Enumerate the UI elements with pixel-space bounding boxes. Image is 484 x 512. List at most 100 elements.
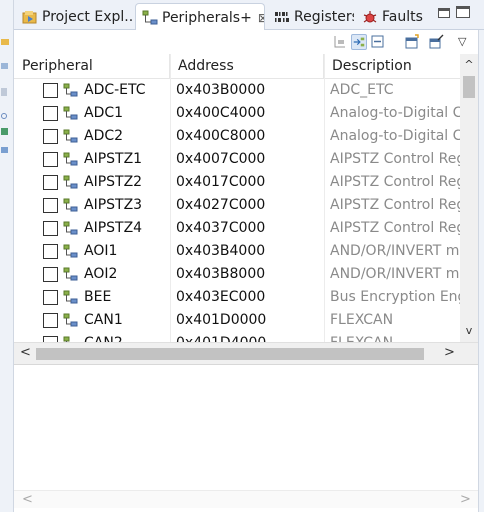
peripheral-icon [63,313,78,327]
peripheral-name: AIPSTZ1 [84,151,143,167]
detail-pane [14,364,478,490]
table-row[interactable]: AIPSTZ4 0x4037C000 AIPSTZ Control Reg [14,217,460,240]
table-header: Peripheral Address Description [14,54,460,79]
row-checkbox[interactable] [43,221,58,236]
peripheral-address: 0x403B4000 [176,243,266,259]
horizontal-scroll-thumb[interactable] [36,348,424,360]
row-checkbox[interactable] [43,83,58,98]
column-header-description[interactable]: Description [324,54,460,79]
peripheral-address: 0x403EC000 [176,289,266,305]
show-only-selected-icon[interactable] [351,34,367,50]
project-explorer-icon [22,10,37,23]
scroll-right-arrow[interactable]: > [460,492,471,507]
table-row[interactable]: AIPSTZ1 0x4007C000 AIPSTZ Control Reg [14,148,460,171]
peripherals-icon [142,10,158,24]
table-row[interactable]: ADC2 0x400C8000 Analog-to-Digital C [14,125,460,148]
folder-icon [1,39,9,45]
peripheral-name: AOI1 [84,243,118,259]
row-checkbox[interactable] [43,198,58,213]
tab-project-explorer[interactable]: Project Expl... [16,3,134,30]
new-window-icon[interactable] [404,34,420,50]
peripheral-description: AND/OR/INVERT m [330,243,460,259]
scroll-right-arrow[interactable]: > [444,345,455,360]
close-tab-icon[interactable]: ⊠ [258,11,264,25]
peripheral-description: Analog-to-Digital C [330,105,460,121]
scroll-down-arrow[interactable]: v [460,324,478,337]
tab-label: Registers [294,8,354,25]
view-right-border [478,30,484,512]
row-checkbox[interactable] [43,106,58,121]
table-row[interactable]: CAN1 0x401D0000 FLEXCAN [14,309,460,332]
row-checkbox[interactable] [43,152,58,167]
column-header-peripheral[interactable]: Peripheral [14,54,170,79]
scroll-up-arrow[interactable]: ^ [460,58,478,71]
peripheral-address: 0x403B0000 [176,82,266,98]
tab-faults[interactable]: Faults [356,3,428,30]
row-checkbox[interactable] [43,244,58,259]
peripheral-address: 0x401D4000 [176,332,326,342]
tab-label: Project Expl... [42,8,134,25]
peripheral-description: ADC_ETC [330,82,394,98]
table-row[interactable]: AOI1 0x403B4000 AND/OR/INVERT m [14,240,460,263]
file-icon [1,88,7,96]
tab-registers[interactable]: Registers [268,3,354,30]
peripheral-address: 0x4027C000 [176,197,266,213]
tab-label: Faults [382,8,423,25]
peripheral-address: 0x4007C000 [176,151,266,167]
row-checkbox[interactable] [43,290,58,305]
peripheral-description: AIPSTZ Control Reg [330,220,460,236]
peripheral-address: 0x400C8000 [176,128,266,144]
row-checkbox[interactable] [43,129,58,144]
view-menu-icon[interactable]: ▽ [458,35,466,48]
maximize-icon[interactable] [456,6,470,18]
peripheral-address: 0x403B8000 [176,266,266,282]
table-row[interactable]: AIPSTZ2 0x4017C000 AIPSTZ Control Reg [14,171,460,194]
detail-horizontal-scrollbar[interactable]: < > [14,490,478,508]
faults-icon [363,10,377,22]
peripheral-icon [63,129,78,143]
vertical-scrollbar[interactable]: ^ v [460,54,478,342]
peripheral-address: 0x400C4000 [176,105,266,121]
peripherals-table: Peripheral Address Description ADC-ETC 0x… [14,54,478,342]
peripheral-address: 0x401D0000 [176,312,267,328]
peripheral-icon [63,267,78,281]
peripheral-description: AIPSTZ Control Reg [330,197,460,213]
table-row[interactable]: AIPSTZ3 0x4027C000 AIPSTZ Control Reg [14,194,460,217]
row-checkbox[interactable] [43,175,58,190]
peripheral-icon [63,175,78,189]
registers-icon [275,11,289,22]
table-row[interactable]: AOI2 0x403B8000 AND/OR/INVERT m [14,263,460,286]
peripheral-name: ADC2 [84,128,124,144]
tab-peripherals[interactable]: Peripherals+ ⊠ [135,3,265,31]
scroll-left-arrow[interactable]: < [20,345,31,360]
horizontal-scrollbar[interactable]: < > [14,342,478,364]
minimize-icon[interactable] [438,8,450,18]
config-icon [1,147,8,153]
view-toolbar: ▽ [14,30,484,54]
pin-view-icon[interactable] [428,34,444,50]
peripheral-name: CAN2 [84,332,169,342]
table-row[interactable]: ADC-ETC 0x403B0000 ADC_ETC [14,79,460,102]
table-row[interactable]: CAN2 0x401D4000 FLEXCAN [14,332,460,342]
row-checkbox[interactable] [43,313,58,328]
vertical-scroll-thumb[interactable] [463,76,475,98]
column-header-address[interactable]: Address [170,54,324,79]
peripheral-description: AIPSTZ Control Reg [330,151,460,167]
row-checkbox[interactable] [43,267,58,282]
package-icon [1,63,8,69]
peripheral-address: 0x4037C000 [176,220,266,236]
scroll-left-arrow[interactable]: < [22,492,33,507]
table-row[interactable]: ADC1 0x400C4000 Analog-to-Digital C [14,102,460,125]
collapse-all-icon[interactable] [370,34,386,50]
table-row[interactable]: BEE 0x403EC000 Bus Encryption Engi [14,286,460,309]
peripheral-icon [63,106,78,120]
peripheral-name: AIPSTZ3 [84,197,143,213]
peripheral-description: Bus Encryption Engi [330,289,460,305]
peripheral-icon [63,83,78,97]
peripheral-description: Analog-to-Digital C [330,128,460,144]
sort-icon[interactable] [332,34,348,50]
peripheral-name: AIPSTZ4 [84,220,143,236]
peripheral-icon [63,244,78,258]
view-tab-bar: Project Expl... Peripherals+ ⊠ Registers… [14,0,484,31]
peripheral-description: FLEXCAN [330,332,460,342]
